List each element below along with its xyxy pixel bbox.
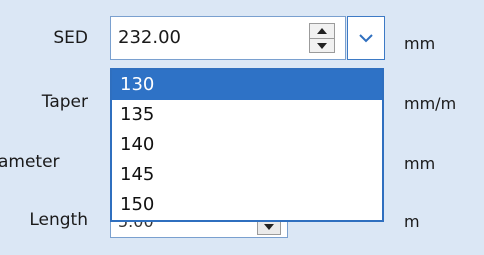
- sed-input-value: 232.00: [118, 27, 181, 48]
- sed-dropdown-list[interactable]: 130 135 140 145 150: [110, 68, 384, 222]
- dropdown-option[interactable]: 150: [112, 190, 382, 220]
- sed-dropdown-button[interactable]: [347, 16, 385, 60]
- dropdown-option[interactable]: 145: [112, 160, 382, 190]
- sed-input[interactable]: 232.00: [110, 16, 346, 60]
- taper-label: Taper: [41, 92, 88, 112]
- diameter-unit: mm: [404, 154, 436, 173]
- sed-unit: mm: [404, 34, 436, 53]
- sed-label: SED: [53, 28, 88, 48]
- taper-unit: mm/m: [404, 94, 457, 113]
- length-unit: m: [404, 212, 420, 231]
- triangle-up-icon: [317, 28, 327, 34]
- chevron-down-icon: [359, 34, 373, 43]
- dropdown-option[interactable]: 130: [112, 70, 382, 100]
- spinner-down-button[interactable]: [310, 39, 334, 53]
- sed-spinner[interactable]: [309, 23, 335, 53]
- length-label: Length: [29, 210, 88, 230]
- dropdown-option[interactable]: 135: [112, 100, 382, 130]
- triangle-down-icon: [317, 43, 327, 49]
- spinner-up-button[interactable]: [310, 24, 334, 38]
- dropdown-option[interactable]: 140: [112, 130, 382, 160]
- diameter-label: ameter: [0, 152, 60, 172]
- triangle-down-icon: [264, 224, 274, 230]
